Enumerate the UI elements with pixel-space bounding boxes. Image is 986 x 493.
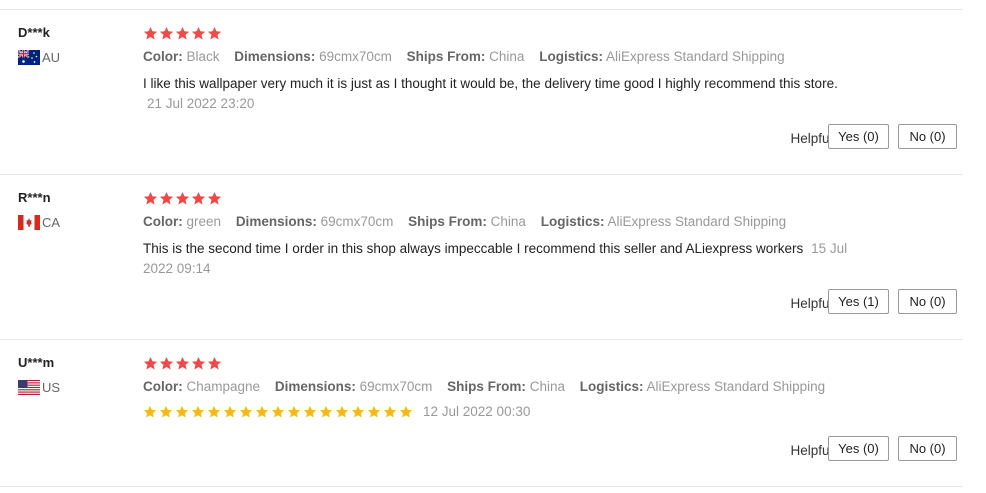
- attr-color: Black: [186, 49, 220, 64]
- yellow-star-icon: [175, 405, 189, 418]
- star-icon: [143, 356, 158, 370]
- star-icon: [175, 356, 190, 370]
- country-code: AU: [42, 50, 61, 65]
- rating-stars: [143, 356, 222, 371]
- reviewer-name: R***n: [18, 190, 51, 205]
- attr-dimensions: 69cmx70cm: [319, 49, 392, 64]
- helpful-yes-button[interactable]: Yes (0): [828, 124, 889, 149]
- reviewer-country: CA: [18, 215, 60, 230]
- star-icon: [143, 26, 158, 40]
- helpful-no-button[interactable]: No (0): [898, 124, 957, 149]
- attr-label: Dimensions:: [274, 379, 356, 394]
- yellow-star-icon: [143, 405, 157, 418]
- divider: [0, 339, 963, 340]
- reviewer-country: AU: [18, 50, 60, 65]
- yellow-star-icon: [159, 405, 173, 418]
- review-date: 12 Jul 2022 00:30: [423, 404, 531, 419]
- reviewer-country: US: [18, 380, 60, 395]
- review-text: This is the second time I order in this …: [143, 239, 863, 279]
- helpful-no-button[interactable]: No (0): [898, 289, 957, 314]
- divider: [0, 9, 963, 10]
- helpful-yes-button[interactable]: Yes (1): [828, 289, 889, 314]
- review-item: D***k AU Color: Black Dimensions: 69cmx7…: [0, 25, 963, 165]
- review-text: I like this wallpaper very much it is ju…: [143, 74, 863, 114]
- attr-logistics: AliExpress Standard Shipping: [605, 49, 785, 64]
- review-body: I like this wallpaper very much it is ju…: [143, 76, 838, 91]
- attr-dimensions: 69cmx70cm: [359, 379, 433, 394]
- attr-label: Logistics:: [579, 379, 644, 394]
- star-icon: [159, 26, 174, 40]
- attr-label: Color:: [143, 379, 183, 394]
- star-icon: [159, 191, 174, 205]
- yellow-star-icon: [191, 405, 205, 418]
- product-attributes: Color: Champagne Dimensions: 69cmx70cm S…: [143, 379, 836, 394]
- attr-dimensions: 69cmx70cm: [320, 214, 394, 229]
- attr-label: Dimensions:: [235, 214, 317, 229]
- star-icon: [159, 356, 174, 370]
- country-code: CA: [42, 215, 61, 230]
- divider: [0, 486, 963, 487]
- attr-logistics: AliExpress Standard Shipping: [646, 379, 826, 394]
- canada-flag-icon: [18, 215, 40, 230]
- rating-stars: [143, 26, 222, 41]
- attr-logistics: AliExpress Standard Shipping: [607, 214, 787, 229]
- attr-label: Logistics:: [540, 214, 605, 229]
- australia-flag-icon: [18, 50, 40, 65]
- star-icon: [191, 191, 206, 205]
- yellow-star-icon: [207, 405, 221, 418]
- yellow-star-icon: [287, 405, 301, 418]
- star-icon: [207, 191, 222, 205]
- attr-label: Logistics:: [539, 49, 603, 64]
- star-icon: [191, 26, 206, 40]
- review-item: U***m US Color: Champagne Dimensions: 69…: [0, 355, 963, 490]
- yellow-star-icon: [255, 405, 269, 418]
- attr-ships-from: China: [490, 214, 526, 229]
- product-attributes: Color: green Dimensions: 69cmx70cm Ships…: [143, 214, 797, 229]
- reviewer-name: U***m: [18, 355, 55, 370]
- yellow-star-icon: [383, 405, 397, 418]
- star-icon: [207, 356, 222, 370]
- attr-label: Ships From:: [406, 49, 486, 64]
- star-icon: [191, 356, 206, 370]
- star-icon: [175, 26, 190, 40]
- attr-label: Color:: [143, 214, 183, 229]
- review-text: 12 Jul 2022 00:30: [143, 402, 863, 422]
- helpful-yes-button[interactable]: Yes (0): [828, 436, 889, 461]
- attr-label: Ships From:: [408, 214, 487, 229]
- yellow-star-icon: [319, 405, 333, 418]
- yellow-star-icon: [303, 405, 317, 418]
- attr-color: green: [186, 214, 222, 229]
- yellow-star-icon: [351, 405, 365, 418]
- review-body-stars: [143, 405, 413, 419]
- reviewer-name: D***k: [18, 25, 50, 40]
- review-date: 21 Jul 2022 23:20: [147, 96, 255, 111]
- product-attributes: Color: Black Dimensions: 69cmx70cm Ships…: [143, 49, 796, 64]
- star-icon: [207, 26, 222, 40]
- attr-label: Ships From:: [447, 379, 526, 394]
- divider: [0, 174, 963, 175]
- yellow-star-icon: [399, 405, 413, 418]
- rating-stars: [143, 191, 222, 206]
- attr-ships-from: China: [529, 379, 565, 394]
- helpful-no-button[interactable]: No (0): [898, 436, 957, 461]
- attr-label: Dimensions:: [234, 49, 316, 64]
- attr-label: Color:: [143, 49, 183, 64]
- yellow-star-icon: [223, 405, 237, 418]
- star-icon: [143, 191, 158, 205]
- yellow-star-icon: [271, 405, 285, 418]
- yellow-star-icon: [239, 405, 253, 418]
- star-icon: [175, 191, 190, 205]
- yellow-star-icon: [367, 405, 381, 418]
- review-body: This is the second time I order in this …: [143, 241, 804, 256]
- yellow-star-icon: [335, 405, 349, 418]
- country-code: US: [42, 380, 61, 395]
- attr-color: Champagne: [186, 379, 261, 394]
- review-item: R***n CA Color: green Dimensions: 69cmx7…: [0, 190, 963, 330]
- attr-ships-from: China: [489, 49, 525, 64]
- us-flag-icon: [18, 380, 40, 395]
